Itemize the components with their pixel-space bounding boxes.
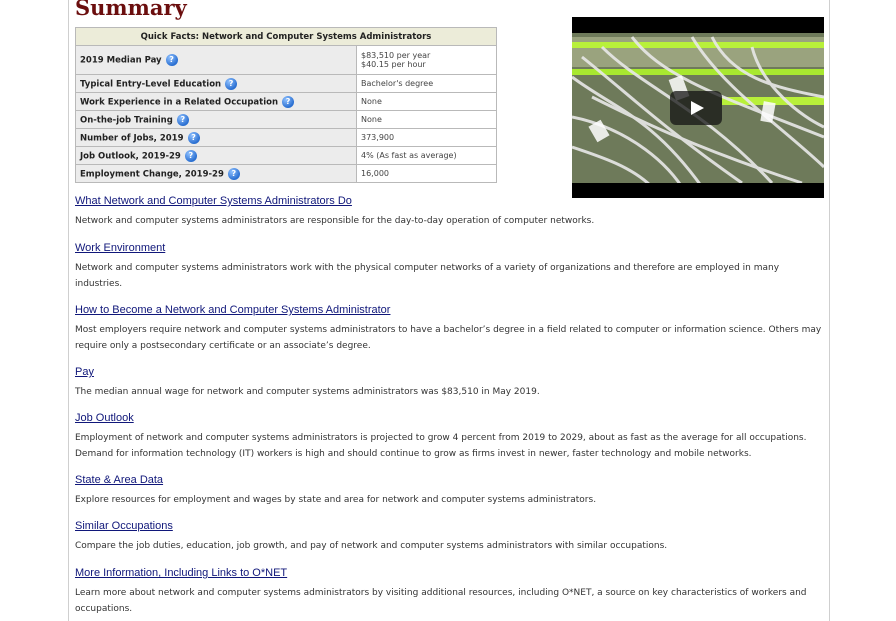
help-question-icon[interactable]: ?	[227, 167, 240, 180]
row-value-hourly: $40.15 per hour	[361, 60, 426, 69]
section-work-environment: Work Environment Network and computer sy…	[75, 242, 827, 292]
help-question-icon[interactable]: ?	[165, 54, 178, 66]
page-title: Summary	[75, 0, 187, 20]
row-value: $83,510 per year	[361, 51, 431, 60]
table-row: Employment Change, 2019-29? 16,000	[75, 164, 497, 183]
section-link[interactable]: How to Become a Network and Computer Sys…	[75, 304, 827, 320]
quick-facts-table: Quick Facts: Network and Computer System…	[75, 27, 497, 183]
section-text: Learn more about network and computer sy…	[75, 588, 807, 614]
row-label: Typical Entry-Level Education	[80, 79, 222, 89]
section-state-area-data: State & Area Data Explore resources for …	[75, 474, 827, 508]
section-text: Most employers require network and compu…	[75, 325, 822, 351]
help-question-icon[interactable]: ?	[282, 95, 295, 108]
section-text: Explore resources for employment and wag…	[75, 495, 597, 505]
section-text: The median annual wage for network and c…	[75, 387, 540, 397]
quick-facts-header: Quick Facts: Network and Computer System…	[75, 27, 497, 46]
section-similar-occupations: Similar Occupations Compare the job duti…	[75, 520, 827, 554]
section-text: Network and computer systems administrat…	[75, 263, 780, 289]
row-label: Work Experience in a Related Occupation	[80, 97, 279, 107]
help-question-icon[interactable]: ?	[225, 77, 238, 90]
section-text: Network and computer systems administrat…	[75, 216, 595, 226]
section-pay: Pay The median annual wage for network a…	[75, 366, 827, 400]
section-text: Employment of network and computer syste…	[75, 433, 807, 459]
row-value: 4% (As fast as average)	[356, 146, 497, 165]
section-link[interactable]: Pay	[75, 366, 827, 382]
row-value: None	[356, 110, 497, 129]
table-row: Typical Entry-Level Education? Bachelor'…	[75, 74, 497, 93]
help-question-icon[interactable]: ?	[184, 149, 197, 162]
table-row: Job Outlook, 2019-29? 4% (As fast as ave…	[75, 146, 497, 165]
section-text: Compare the job duties, education, job g…	[75, 541, 668, 551]
row-value: 16,000	[356, 164, 497, 183]
section-job-outlook: Job Outlook Employment of network and co…	[75, 412, 827, 462]
help-question-icon[interactable]: ?	[187, 131, 200, 144]
row-label: Job Outlook, 2019-29	[80, 151, 181, 161]
row-label: Number of Jobs, 2019	[80, 133, 184, 143]
row-value: 373,900	[356, 128, 497, 147]
row-label: Employment Change, 2019-29	[80, 169, 224, 179]
help-question-icon[interactable]: ?	[176, 113, 189, 126]
section-how-to-become: How to Become a Network and Computer Sys…	[75, 304, 827, 354]
table-row: On-the-job Training? None	[75, 110, 497, 129]
section-link[interactable]: State & Area Data	[75, 474, 827, 490]
row-label: 2019 Median Pay	[80, 55, 162, 66]
section-link[interactable]: Similar Occupations	[75, 520, 827, 536]
section-link[interactable]: Job Outlook	[75, 412, 827, 428]
table-row: Work Experience in a Related Occupation?…	[75, 92, 497, 111]
row-value: Bachelor's degree	[356, 74, 497, 93]
play-icon[interactable]	[670, 91, 722, 125]
section-link[interactable]: What Network and Computer Systems Admini…	[75, 195, 827, 211]
section-link[interactable]: Work Environment	[75, 242, 827, 258]
section-link[interactable]: More Information, Including Links to O*N…	[75, 567, 827, 583]
table-row: 2019 Median Pay? $83,510 per year $40.15 …	[75, 45, 497, 75]
row-value: None	[356, 92, 497, 111]
section-what-they-do: What Network and Computer Systems Admini…	[75, 195, 827, 229]
section-more-information: More Information, Including Links to O*N…	[75, 567, 827, 617]
row-label: On-the-job Training	[80, 115, 173, 125]
table-row: Number of Jobs, 2019? 373,900	[75, 128, 497, 147]
